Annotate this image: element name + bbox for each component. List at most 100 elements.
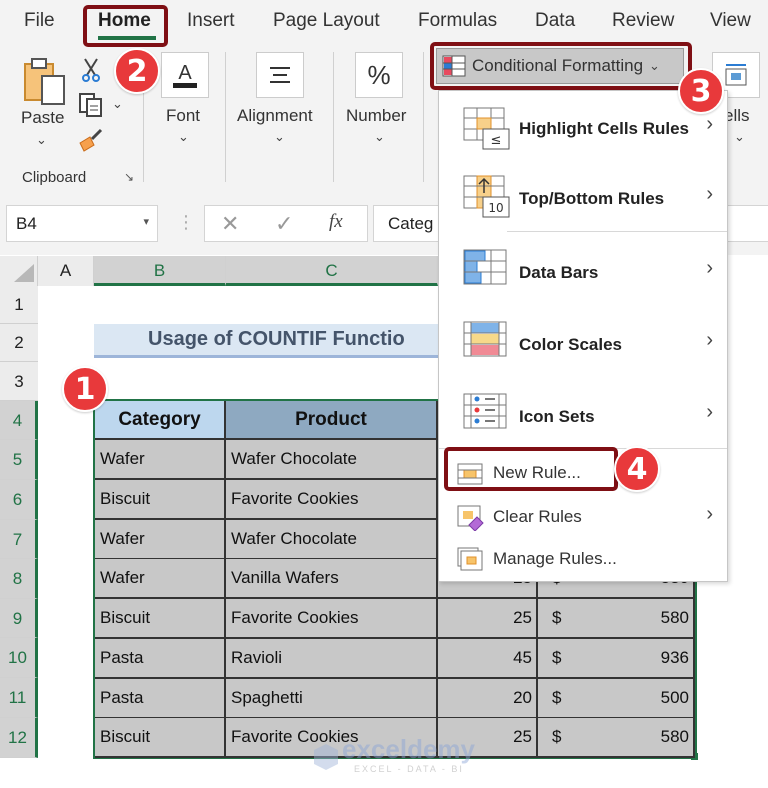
cell-category[interactable]: Biscuit — [95, 718, 226, 758]
chevron-down-icon: ⌄ — [178, 129, 189, 144]
clipboard-group-label: Clipboard — [22, 169, 87, 186]
chevron-down-icon: ⌄ — [274, 129, 285, 144]
select-all-corner[interactable] — [0, 256, 38, 286]
menu-item-manage-rules[interactable]: Manage Rules... — [439, 539, 727, 579]
percent-icon: % — [367, 59, 391, 90]
submenu-arrow-icon: › — [706, 113, 713, 135]
cell-amount[interactable]: 500 — [568, 679, 695, 719]
dialog-launcher-icon[interactable]: ↘ — [124, 170, 134, 184]
row-header-5[interactable]: 5 — [0, 440, 38, 480]
paste-icon — [24, 58, 65, 105]
number-group-label: Number — [346, 106, 407, 125]
cell-category[interactable]: Wafer — [95, 559, 226, 599]
cell-product[interactable]: Favorite Cookies — [226, 599, 438, 639]
cell-product[interactable]: Ravioli — [226, 639, 438, 679]
row-header-1[interactable]: 1 — [0, 286, 38, 324]
alignment-button[interactable] — [256, 52, 304, 98]
step-badge-1: 1 — [62, 366, 108, 412]
cell-category[interactable]: Pasta — [95, 639, 226, 679]
name-box[interactable]: B4 ▾ — [6, 205, 158, 242]
row-header-12[interactable]: 12 — [0, 718, 38, 758]
cell-quantity[interactable]: 45 — [438, 639, 538, 679]
tab-view[interactable]: View — [710, 10, 751, 32]
cell-product[interactable]: Vanilla Wafers — [226, 559, 438, 599]
insert-function-icon[interactable]: fx — [329, 211, 343, 233]
submenu-arrow-icon: › — [706, 257, 713, 279]
row-header-6[interactable]: 6 — [0, 480, 38, 520]
cell-currency[interactable]: $ — [538, 718, 568, 758]
cell-product[interactable]: Spaghetti — [226, 679, 438, 719]
cell-product[interactable]: Wafer Chocolate — [226, 520, 438, 560]
column-header-c[interactable]: C — [226, 256, 438, 286]
format-painter-icon[interactable] — [78, 127, 104, 153]
header-cell-product[interactable]: Product — [226, 401, 438, 440]
alignment-group-label: Alignment — [237, 106, 313, 125]
cell-quantity[interactable]: 25 — [438, 599, 538, 639]
menu-item-top-bottom-rules[interactable]: 10 Top/Bottom Rules › — [439, 165, 727, 231]
column-header-b[interactable]: B — [94, 256, 226, 286]
tab-page-layout[interactable]: Page Layout — [273, 10, 380, 32]
font-group-label: Font — [166, 106, 201, 125]
row-header-10[interactable]: 10 — [0, 638, 38, 678]
name-box-value: B4 — [16, 214, 37, 233]
cell-product[interactable]: Wafer Chocolate — [226, 440, 438, 480]
cell-currency[interactable]: $ — [538, 599, 568, 639]
row-header-8[interactable]: 8 — [0, 559, 38, 599]
conditional-formatting-highlight-box — [430, 42, 692, 90]
submenu-arrow-icon: › — [706, 401, 713, 423]
svg-text:10: 10 — [488, 201, 503, 215]
highlight-cells-rules-icon: ≤ — [463, 107, 510, 150]
tab-insert[interactable]: Insert — [187, 10, 235, 32]
cell-category[interactable]: Pasta — [95, 679, 226, 719]
svg-text:A: A — [178, 62, 192, 84]
cell-currency[interactable]: $ — [538, 679, 568, 719]
cell-amount[interactable]: 580 — [568, 718, 695, 758]
cell-currency[interactable]: $ — [538, 639, 568, 679]
number-format-button[interactable]: % — [355, 52, 403, 98]
clear-rules-icon — [457, 505, 484, 531]
tab-file[interactable]: File — [24, 10, 55, 32]
sheet-title-cell[interactable]: Usage of COUNTIF Functio — [94, 324, 438, 358]
cell-amount[interactable]: 580 — [568, 599, 695, 639]
cell-category[interactable]: Biscuit — [95, 480, 226, 520]
grip-icon: ⋮ — [177, 212, 195, 232]
row-header-3[interactable]: 3 — [0, 362, 38, 401]
font-button[interactable]: A — [161, 52, 209, 98]
row-header-2[interactable]: 2 — [0, 324, 38, 362]
menu-item-label: Highlight Cells Rules — [519, 119, 690, 138]
menu-item-label: Clear Rules — [493, 507, 582, 526]
watermark-tagline: EXCEL - DATA - BI — [354, 764, 464, 774]
cells-icon — [725, 64, 747, 86]
cell-category[interactable]: Wafer — [95, 520, 226, 560]
menu-item-color-scales[interactable]: Color Scales › — [439, 309, 727, 375]
tab-data[interactable]: Data — [535, 10, 575, 32]
name-box-dropdown-icon[interactable]: ▾ — [143, 215, 149, 228]
tab-review[interactable]: Review — [612, 10, 674, 32]
cell-category[interactable]: Biscuit — [95, 599, 226, 639]
row-header-7[interactable]: 7 — [0, 520, 38, 559]
cell-quantity[interactable]: 20 — [438, 679, 538, 719]
cancel-icon[interactable]: ✕ — [221, 211, 239, 237]
row-header-11[interactable]: 11 — [0, 678, 38, 718]
copy-icon[interactable] — [78, 92, 104, 118]
svg-text:≤: ≤ — [491, 133, 502, 148]
submenu-arrow-icon: › — [706, 503, 713, 525]
cell-product[interactable]: Favorite Cookies — [226, 480, 438, 520]
icon-sets-icon — [463, 393, 507, 429]
cell-amount[interactable]: 936 — [568, 639, 695, 679]
menu-item-icon-sets[interactable]: Icon Sets › — [439, 381, 727, 447]
copy-dropdown-chevron[interactable]: ⌄ — [112, 96, 123, 112]
cut-icon[interactable] — [80, 57, 102, 83]
top-bottom-rules-icon: 10 — [463, 175, 510, 218]
enter-check-icon[interactable]: ✓ — [275, 211, 293, 237]
formula-input-value: Categ — [388, 214, 434, 233]
menu-item-data-bars[interactable]: Data Bars › — [439, 237, 727, 303]
row-header-4[interactable]: 4 — [0, 401, 38, 440]
tab-formulas[interactable]: Formulas — [418, 10, 497, 32]
cell-category[interactable]: Wafer — [95, 440, 226, 480]
menu-item-clear-rules[interactable]: Clear Rules › — [439, 495, 727, 537]
conditional-formatting-menu: ≤ Highlight Cells Rules › 10 Top/Bottom … — [438, 90, 728, 582]
column-header-a[interactable]: A — [38, 256, 94, 286]
header-cell-category[interactable]: Category — [95, 401, 226, 440]
row-header-9[interactable]: 9 — [0, 599, 38, 638]
